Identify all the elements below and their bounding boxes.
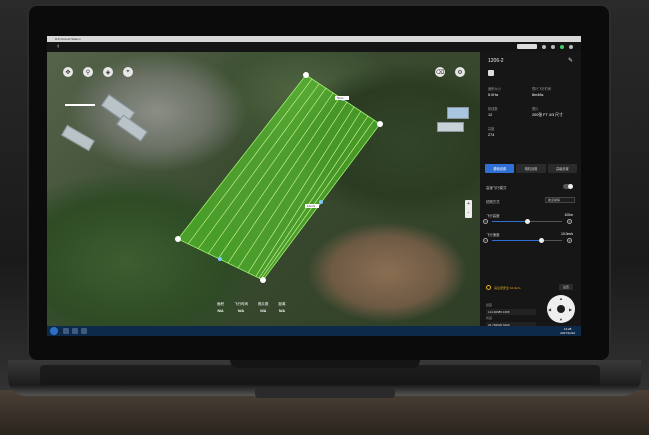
compass-icon[interactable]: ✥ [63, 67, 73, 77]
chevron-left-icon[interactable]: ‹ [57, 43, 59, 51]
longitude-label: 经度 [486, 303, 493, 307]
speed-plus-button[interactable]: + [567, 238, 572, 243]
zoom-control[interactable]: + - [465, 200, 472, 218]
stat-value: N/A [260, 309, 267, 313]
mode-row: 高速飞行模式 [486, 185, 575, 190]
joystick-center[interactable] [557, 305, 565, 313]
height-slider-fill [492, 221, 527, 222]
pin-icon[interactable]: ⚲ [83, 67, 93, 77]
survey-area-polygon[interactable] [177, 74, 381, 281]
speed-slider[interactable] [492, 238, 562, 243]
tab-advanced[interactable]: 高级设置 [547, 164, 577, 173]
vertex-midpoint[interactable] [319, 200, 323, 204]
signal-icon [542, 44, 546, 49]
stat-area: 面积 N/A [217, 302, 224, 313]
mission-panel: 1206-2 ✎ 面积大小 5.0Ha 预计飞行时间 8m46s 航线数 12 照片 2… [480, 52, 581, 336]
gps-icon [551, 44, 555, 49]
route-label: 12m/s [307, 204, 316, 208]
speed-slider-fill [492, 240, 541, 241]
stat-label: 距离 [278, 302, 286, 306]
info-height: 高度 274 [488, 127, 495, 137]
height-label: 飞行高度 [486, 214, 500, 218]
app-topbar: ‹ [47, 42, 581, 52]
speed-row: 飞行速度 10.0m/s [486, 232, 575, 237]
warning-text: 请注意安全 10.0m/s [494, 286, 521, 290]
longitude-input[interactable]: 114.30685 1395 [486, 309, 536, 315]
arrow-left-icon[interactable]: ◀ [548, 307, 551, 312]
pencil-icon[interactable]: ✎ [568, 57, 573, 64]
save-icon[interactable] [488, 70, 494, 76]
arrow-right-icon[interactable]: ▶ [569, 307, 572, 312]
battery-icon [560, 44, 564, 49]
trackpad [255, 388, 395, 398]
flight-area-svg: 5m/s 12m/s [175, 72, 383, 283]
tab-camera[interactable]: 相机设置 [516, 164, 546, 173]
settings-icon[interactable]: ⚙ [455, 67, 465, 77]
direction-joystick[interactable]: ▲ ▼ ◀ ▶ [547, 295, 575, 323]
vertex-handle[interactable] [175, 236, 181, 242]
info-area: 面积大小 5.0Ha [488, 87, 501, 97]
window-title: DJI Ground Station [55, 37, 81, 41]
taskbar-clock[interactable]: 14:28 2017/11/24 [560, 327, 575, 335]
height-minus-button[interactable]: − [483, 219, 488, 224]
vertex-handle[interactable] [303, 72, 309, 78]
tab-basic[interactable]: 基础设置 [485, 164, 515, 173]
height-row: 飞行高度 100m [486, 213, 575, 218]
stat-label: 照片数 [258, 302, 269, 306]
camera-select[interactable]: 航点悬停 [545, 197, 575, 203]
route-label: 5m/s [337, 96, 344, 100]
speed-minus-button[interactable]: − [483, 238, 488, 243]
satellite-map[interactable]: 5m/s 12m/s ✥ ⚲ ◈ ⌖ ⌫ ⚙ + - 面积 N/A 飞行时间 N… [47, 52, 480, 326]
zoom-out-button[interactable]: - [465, 209, 472, 218]
stat-value: N/A [278, 309, 286, 313]
vertex-midpoint[interactable] [218, 257, 222, 261]
latitude-label: 纬度 [486, 316, 493, 320]
speed-slider-knob[interactable] [538, 238, 544, 243]
screen: DJI Ground Station ‹ 5m/s 12m/s ✥ ⚲ ◈ ⌖ … [47, 36, 581, 336]
camera-label: 拍照方式 [486, 200, 500, 204]
explorer-icon[interactable] [63, 328, 69, 334]
stat-label: 面积 [217, 302, 224, 306]
menu-icon[interactable] [569, 44, 573, 49]
height-slider-knob[interactable] [524, 219, 530, 224]
clock-date: 2017/11/24 [560, 331, 575, 335]
arrow-down-icon[interactable]: ▼ [559, 317, 563, 322]
speed-label: 飞行速度 [486, 233, 500, 237]
mode-toggle[interactable] [563, 184, 573, 189]
warning-icon [486, 285, 491, 290]
set-button[interactable]: 设置 [559, 284, 573, 290]
stat-label: 飞行时间 [234, 302, 248, 306]
layers-icon[interactable]: ◈ [103, 67, 113, 77]
info-time: 预计飞行时间 8m46s [532, 87, 552, 97]
info-photos: 照片 200张 FT 4/3 尺寸 [532, 107, 563, 117]
settings-tabs: 基础设置 相机设置 高级设置 [485, 164, 577, 173]
windows-taskbar: 14:28 2017/11/24 [47, 326, 581, 336]
info-lines: 航线数 12 [488, 107, 498, 117]
stat-value: N/A [237, 309, 245, 313]
windows-icon[interactable] [50, 327, 58, 335]
vertex-handle[interactable] [377, 121, 383, 127]
height-plus-button[interactable]: + [567, 219, 572, 224]
zoom-in-button[interactable]: + [465, 200, 472, 209]
keyboard-area [40, 365, 600, 385]
status-pill [517, 44, 537, 49]
mode-label: 高速飞行模式 [486, 186, 507, 190]
mission-title[interactable]: 1206-2 [488, 58, 504, 64]
speed-value: 10.0m/s [560, 232, 573, 236]
stat-time: 飞行时间 N/A [234, 302, 248, 313]
browser-icon[interactable] [72, 328, 78, 334]
stat-value: N/A [217, 309, 224, 313]
ruler-icon[interactable]: ⌖ [123, 67, 133, 77]
status-area [517, 44, 573, 49]
vertex-handle[interactable] [260, 277, 266, 283]
height-slider[interactable] [492, 219, 562, 224]
erase-icon[interactable]: ⌫ [435, 67, 445, 77]
longitude-field: 经度 114.30685 1395 [486, 303, 536, 315]
app-icon[interactable] [81, 328, 87, 334]
arrow-up-icon[interactable]: ▲ [559, 296, 563, 301]
stat-distance: 距离 N/A [279, 302, 286, 313]
height-value: 100m [564, 213, 573, 217]
stat-photos: 照片数 N/A [258, 302, 269, 313]
mission-stats: 面积 N/A 飞行时间 N/A 照片数 N/A 距离 N/A [217, 302, 286, 313]
